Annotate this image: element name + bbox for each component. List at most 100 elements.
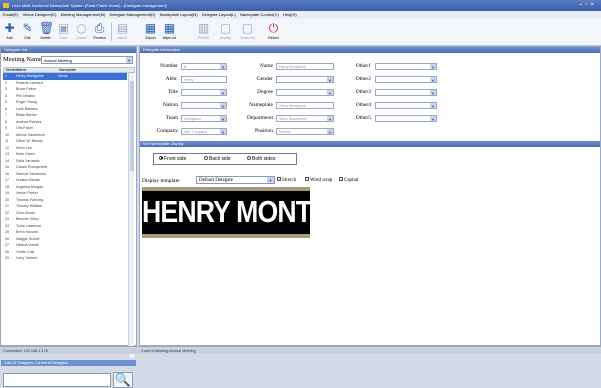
toolbar-separator bbox=[111, 23, 112, 41]
delegate-list-header: Delegate List bbox=[1, 47, 136, 53]
both-sides-radio[interactable]: Both sides bbox=[247, 154, 275, 165]
window-title: Leco Multi-functional Nameplate System (… bbox=[12, 3, 167, 8]
import-button[interactable]: ▤ Import bbox=[115, 21, 130, 44]
preview-button[interactable]: ⎙ Preview bbox=[92, 21, 107, 44]
display-template-select[interactable]: Default Delegate ▼ bbox=[196, 176, 275, 184]
import-icon: ▤ bbox=[116, 21, 129, 35]
capital-label: Capital bbox=[344, 178, 359, 184]
back-side-radio[interactable]: Back side bbox=[204, 154, 231, 165]
edit-button[interactable]: ✎ Edit bbox=[20, 21, 35, 44]
plus-icon: ✚ bbox=[4, 21, 15, 35]
chevron-down-icon: ▼ bbox=[327, 129, 333, 135]
stretch-checkbox[interactable]: ✓Stretch bbox=[277, 177, 296, 183]
menu-help[interactable]: Help(H) bbox=[283, 12, 297, 17]
abbr-field[interactable]: Henry bbox=[181, 76, 227, 83]
close-button[interactable]: × bbox=[590, 2, 597, 8]
department-value: Sales Department bbox=[279, 117, 308, 121]
meeting-name-value: Annual Meeting bbox=[44, 58, 72, 63]
display-template-label: Display template bbox=[142, 178, 180, 184]
save-button[interactable]: ▣ Save bbox=[56, 21, 71, 44]
add-button[interactable]: ✚ Add bbox=[2, 21, 17, 44]
spinner-icon: ⬍ bbox=[220, 64, 226, 70]
menu-delegate-layout[interactable]: Delegate Layout(L) bbox=[202, 12, 236, 17]
menu-nameplate-control[interactable]: Nameplate Control(C) bbox=[240, 12, 279, 17]
radio-checked-icon bbox=[159, 155, 163, 160]
wipe-all-button[interactable]: ▦ Wipe out bbox=[162, 21, 177, 44]
other3-select[interactable]: ▼ bbox=[375, 89, 437, 96]
app-icon bbox=[3, 3, 9, 8]
nation-select[interactable]: ▼ bbox=[181, 102, 227, 109]
window-controls: –▫× bbox=[579, 0, 597, 11]
capital-checkbox[interactable]: ✓Capital bbox=[339, 177, 359, 184]
number-label: Number bbox=[159, 63, 178, 69]
toolbar: ✚ Add ✎ Edit 🗑 Delete ▣ Save ○ Cancel ⎙ Previe… bbox=[0, 19, 601, 46]
menu-venue-designer[interactable]: Venue Designer(D) bbox=[22, 12, 56, 17]
display-label: Display bbox=[219, 36, 232, 40]
front-side-label: Front side bbox=[164, 156, 187, 162]
delete-button[interactable]: 🗑 Delete bbox=[38, 21, 55, 44]
delegate-list: 1 Henry Montgome Henry 2 Roberta Lambert 3 Bru… bbox=[3, 73, 127, 373]
chevron-down-icon: ▼ bbox=[430, 77, 436, 83]
front-side-radio[interactable]: Front side bbox=[159, 154, 186, 165]
radio-icon bbox=[247, 155, 251, 160]
cancel-label: Cancel bbox=[76, 36, 87, 40]
other1-select[interactable]: ▼ bbox=[375, 63, 437, 70]
power-icon: ⏻ bbox=[268, 21, 279, 35]
chevron-down-icon: ▼ bbox=[126, 57, 132, 63]
name-label: Name bbox=[259, 63, 273, 69]
delegate-name: Larry Yentsel bbox=[16, 256, 37, 260]
display-button[interactable]: ▢ Display bbox=[218, 21, 233, 44]
chevron-down-icon: ▼ bbox=[220, 90, 226, 96]
meeting-name-select[interactable]: Annual Meeting ▼ bbox=[41, 56, 133, 64]
other5-select[interactable]: ▼ bbox=[375, 115, 437, 122]
search-button[interactable]: 🔍 bbox=[113, 372, 133, 388]
menu-meeting-management[interactable]: Meeting Management(M) bbox=[61, 12, 106, 17]
trash-icon: 🗑 bbox=[39, 21, 55, 35]
word-wrap-checkbox[interactable]: Word wrap bbox=[305, 177, 332, 183]
export-button[interactable]: ▦ Export bbox=[143, 21, 158, 44]
grid-icon: ▦ bbox=[163, 21, 176, 35]
title-bar: Leco Multi-functional Nameplate System (… bbox=[0, 0, 601, 11]
select-all-button[interactable]: ▢ Select All bbox=[240, 21, 255, 44]
nation-label: Nation bbox=[163, 102, 178, 108]
publish-button[interactable]: ▥ Publish bbox=[196, 21, 211, 44]
chevron-down-icon: ▼ bbox=[430, 116, 436, 122]
select-all-icon: ▢ bbox=[241, 21, 254, 35]
other4-select[interactable]: ▼ bbox=[375, 102, 437, 109]
position-select[interactable]: Director ▼ bbox=[276, 128, 334, 135]
display-icon: ▢ bbox=[219, 21, 232, 35]
checkbox-checked-icon: ✓ bbox=[339, 177, 344, 182]
list-item[interactable]: 29 Larry Yentsel bbox=[3, 255, 127, 262]
title-label: Title bbox=[167, 89, 178, 95]
other4-label: Other4 bbox=[355, 102, 371, 108]
printer-icon: ⎙ bbox=[94, 21, 105, 35]
menu-email[interactable]: Email(E) bbox=[3, 12, 18, 17]
delegate-info-panel: Delegate Information Number 1 ⬍ Abbr. Hen… bbox=[139, 46, 601, 346]
chevron-down-icon: ▼ bbox=[220, 103, 226, 109]
plate-top-bar bbox=[142, 187, 310, 191]
chevron-down-icon: ▼ bbox=[430, 90, 436, 96]
number-value: 1 bbox=[184, 65, 186, 69]
team-select[interactable]: Delegation ▼ bbox=[181, 115, 227, 122]
menu-nameplate-layout[interactable]: Nameplate Layout(N) bbox=[160, 12, 198, 17]
delegate-number: 29 bbox=[5, 256, 9, 260]
cancel-button[interactable]: ○ Cancel bbox=[74, 21, 89, 44]
nameplate-value: Henry Montgome bbox=[279, 104, 306, 108]
abbr-value: Henry bbox=[184, 78, 194, 82]
back-side-label: Back side bbox=[209, 156, 231, 162]
menu-bar: Email(E) Venue Designer(D) Meeting Manag… bbox=[0, 11, 601, 19]
search-icon: 🔍 bbox=[114, 373, 132, 388]
title-select[interactable]: ▼ bbox=[181, 89, 227, 96]
save-label: Save bbox=[59, 36, 68, 40]
meeting-name-label: Meeting Name bbox=[3, 56, 42, 63]
team-label: Team bbox=[165, 115, 178, 121]
chevron-down-icon: ▼ bbox=[430, 103, 436, 109]
company-select[interactable]: ABC Company ▼ bbox=[181, 128, 227, 135]
search-input[interactable] bbox=[3, 373, 111, 387]
return-button[interactable]: ⏻ Return bbox=[266, 21, 281, 44]
number-field[interactable]: 1 ⬍ bbox=[181, 63, 227, 70]
other2-select[interactable]: ▼ bbox=[375, 76, 437, 83]
degree-label: Degree bbox=[257, 89, 273, 95]
menu-delegate-management[interactable]: Delegate Management(D) bbox=[109, 12, 155, 17]
chevron-down-icon: ▼ bbox=[220, 116, 226, 122]
